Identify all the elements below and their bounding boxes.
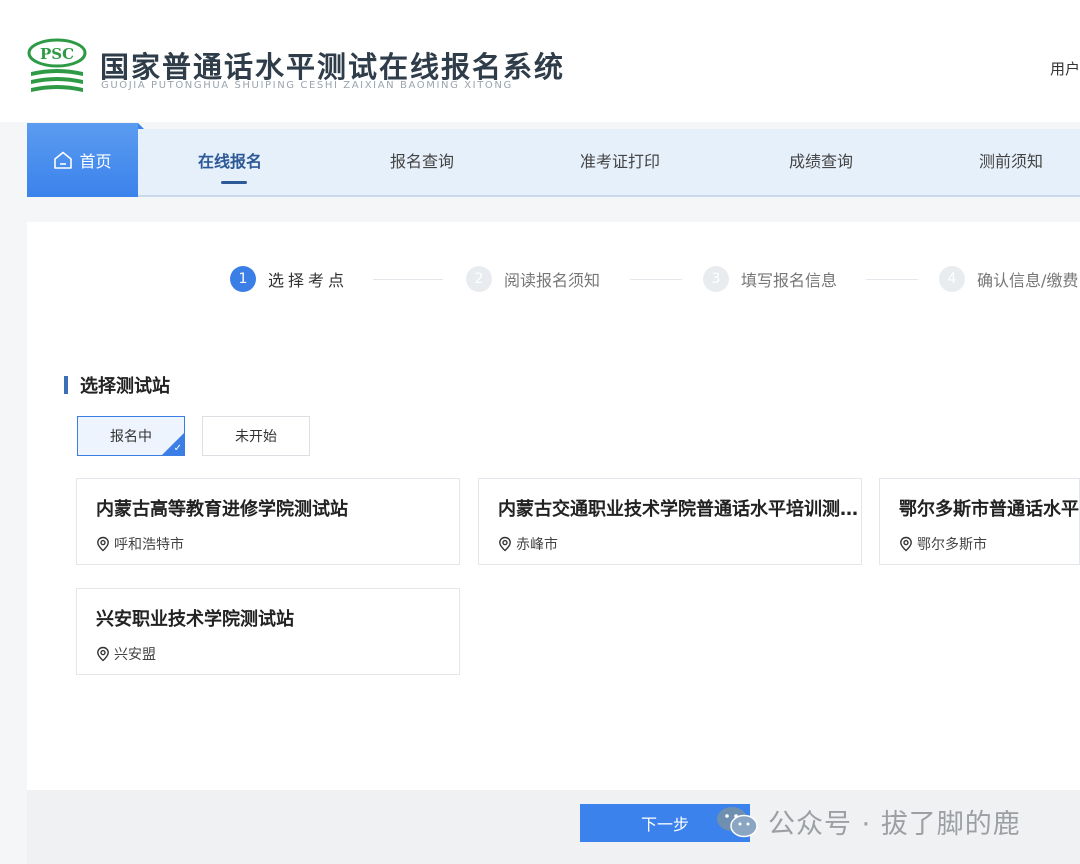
nav-pretest-notice[interactable]: 测前须知 [979, 129, 1043, 195]
station-city: 鄂尔多斯市 [917, 537, 987, 553]
step-select-site: 1 选择考点 [230, 266, 348, 292]
station-card[interactable]: 内蒙古高等教育进修学院测试站 呼和浩特市 [76, 478, 460, 565]
step-label: 填写报名信息 [741, 271, 838, 290]
psc-logo[interactable]: PSC [26, 38, 88, 96]
watermark-text: 公众号 · 拔了脚的鹿 [768, 809, 1021, 840]
step-number: 2 [466, 266, 492, 292]
section-accent-bar [64, 376, 68, 394]
logo-text: PSC [40, 45, 74, 63]
step-confirm-pay: 4 确认信息/缴费 [939, 266, 1078, 292]
step-fill-info: 3 填写报名信息 [703, 266, 837, 292]
station-location: 兴安盟 [95, 644, 156, 664]
station-card[interactable]: 鄂尔多斯市普通话水平测试站 鄂尔多斯市 [879, 478, 1080, 565]
station-location: 鄂尔多斯市 [898, 534, 987, 554]
step-number: 1 [230, 266, 256, 292]
check-icon: ✓ [173, 443, 182, 454]
station-name: 内蒙古高等教育进修学院测试站 [96, 499, 348, 520]
watermark: 公众号 · 拔了脚的鹿 [716, 802, 1021, 841]
step-label: 选择考点 [268, 271, 349, 290]
home-icon [54, 151, 73, 169]
station-location: 赤峰市 [497, 534, 558, 554]
station-card[interactable]: 内蒙古交通职业技术学院普通话水平培训测试站 赤峰市 [478, 478, 862, 565]
step-connector [866, 279, 918, 280]
nav-online-registration[interactable]: 在线报名 [198, 129, 262, 195]
location-pin-icon [97, 536, 109, 552]
station-name: 兴安职业技术学院测试站 [96, 609, 294, 630]
nav-active-indicator [221, 181, 247, 184]
step-label: 确认信息/缴费 [977, 271, 1079, 290]
station-city: 呼和浩特市 [114, 537, 184, 553]
nav-home-label: 首页 [79, 152, 112, 171]
nav-registration-query[interactable]: 报名查询 [390, 129, 454, 195]
nav-admission-ticket-print[interactable]: 准考证打印 [580, 129, 660, 195]
step-connector [373, 279, 443, 280]
step-label: 阅读报名须知 [504, 271, 601, 290]
location-pin-icon [97, 646, 109, 662]
filter-registering[interactable]: 报名中 ✓ [77, 416, 185, 456]
station-name: 内蒙古交通职业技术学院普通话水平培训测试站 [498, 499, 858, 520]
main-nav: 首页 在线报名 报名查询 准考证打印 成绩查询 测前须知 [27, 123, 1080, 197]
step-connector [630, 279, 682, 280]
step-read-notice: 2 阅读报名须知 [466, 266, 600, 292]
site-subtitle: GUOJIA PUTONGHUA SHUIPING CESHI ZAIXIAN … [101, 80, 513, 91]
header: PSC 国家普通话水平测试在线报名系统 GUOJIA PUTONGHUA SHU… [0, 0, 1080, 122]
section-title-text: 选择测试站 [80, 376, 170, 397]
section-title: 选择测试站 [64, 372, 170, 398]
filter-label: 报名中 [110, 429, 152, 445]
step-number: 4 [939, 266, 965, 292]
station-city: 赤峰市 [516, 537, 558, 553]
filter-not-started[interactable]: 未开始 [202, 416, 310, 456]
filter-label: 未开始 [235, 429, 277, 445]
station-city: 兴安盟 [114, 647, 156, 663]
station-name: 鄂尔多斯市普通话水平测试站 [899, 499, 1079, 520]
location-pin-icon [900, 536, 912, 552]
station-card[interactable]: 兴安职业技术学院测试站 兴安盟 [76, 588, 460, 675]
nav-home[interactable]: 首页 [27, 123, 144, 197]
wechat-icon [717, 806, 758, 837]
location-pin-icon [499, 536, 511, 552]
user-link[interactable]: 用户 [1050, 58, 1080, 79]
station-location: 呼和浩特市 [95, 534, 184, 554]
step-number: 3 [703, 266, 729, 292]
nav-score-query[interactable]: 成绩查询 [789, 129, 853, 195]
